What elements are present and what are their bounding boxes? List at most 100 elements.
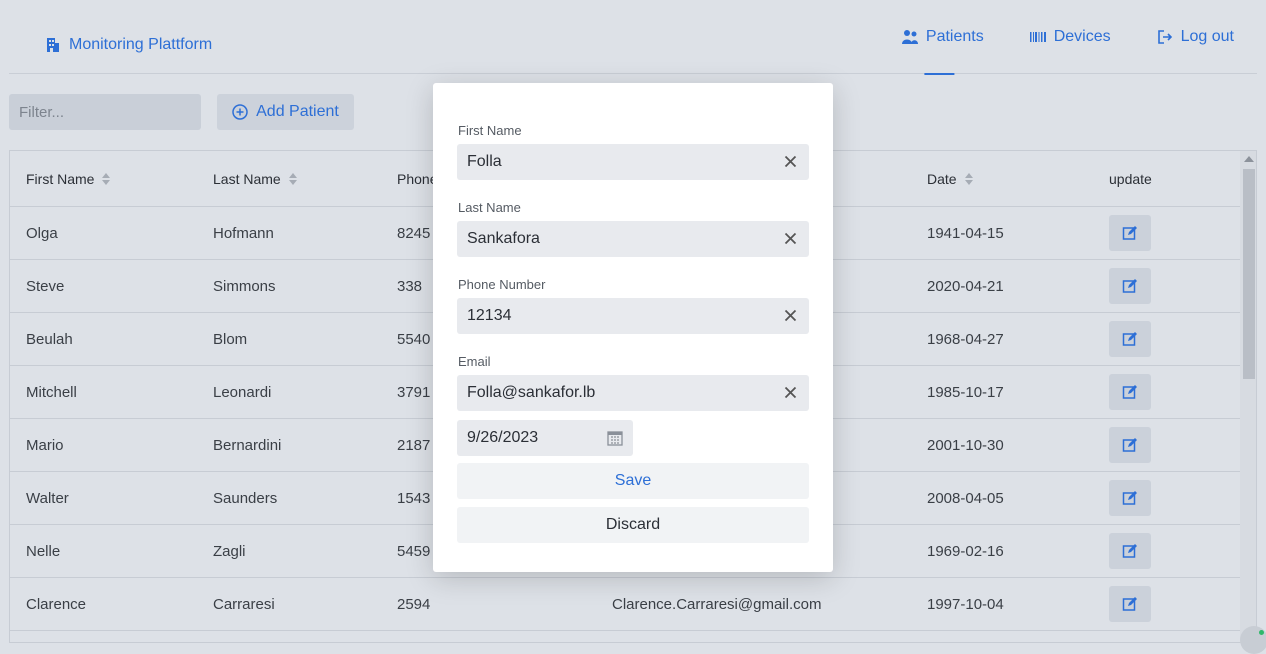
- column-label: Phone: [397, 171, 438, 187]
- clear-icon[interactable]: [784, 386, 797, 399]
- nav-item-patients[interactable]: Patients: [879, 0, 1007, 74]
- add-patient-button[interactable]: Add Patient: [217, 94, 354, 130]
- column-label: First Name: [26, 171, 95, 187]
- last-name-cell: Zagli: [213, 543, 246, 560]
- phone-cell: 338: [397, 278, 423, 295]
- edit-row-button[interactable]: [1109, 321, 1151, 357]
- edit-row-button[interactable]: [1109, 427, 1151, 463]
- column-update: update: [1109, 151, 1152, 207]
- last-name-field[interactable]: Sankafora: [457, 221, 809, 257]
- phone-cell: 2594: [397, 596, 431, 613]
- barcode-icon: [1029, 32, 1046, 42]
- phone-cell: 8245: [397, 225, 431, 242]
- sort-icon: [102, 173, 111, 185]
- building-icon: [47, 38, 59, 52]
- date-cell: 1968-04-27: [927, 331, 1004, 348]
- first-name-cell: Clarence: [26, 596, 87, 613]
- date-cell: 1985-10-17: [927, 384, 1004, 401]
- sort-icon: [964, 173, 973, 185]
- first-name-cell: Beulah: [26, 331, 73, 348]
- last-name-cell: Carraresi: [213, 596, 275, 613]
- phone-label: Phone Number: [458, 277, 546, 292]
- brand-title: Monitoring Plattform: [69, 36, 213, 53]
- first-name-label: First Name: [458, 123, 522, 138]
- date-cell: 2008-04-05: [927, 490, 1004, 507]
- table-row: Clarence Carraresi 2594 Clarence.Carraresi@…: [10, 578, 1256, 631]
- last-name-cell: Bernardini: [213, 437, 282, 454]
- column-last-name[interactable]: Last Name: [213, 151, 297, 207]
- first-name-value: Folla: [467, 153, 502, 170]
- column-label: update: [1109, 171, 1152, 187]
- edit-patient-dialog: First Name Folla Last Name Sankafora Pho…: [433, 83, 833, 572]
- date-cell: 1997-10-04: [927, 596, 1004, 613]
- edit-icon: [1122, 491, 1137, 505]
- phone-cell: 2187: [397, 437, 431, 454]
- edit-row-button[interactable]: [1109, 374, 1151, 410]
- email-value: Folla@sankafor.lb: [467, 384, 596, 401]
- edit-icon: [1122, 279, 1137, 293]
- table-scrollbar[interactable]: [1240, 151, 1256, 642]
- phone-cell: 3791: [397, 384, 431, 401]
- phone-value: 12134: [467, 307, 512, 324]
- column-first-name[interactable]: First Name: [26, 151, 111, 207]
- edit-icon: [1122, 332, 1137, 346]
- date-cell: 1941-04-15: [927, 225, 1004, 242]
- phone-field[interactable]: 12134: [457, 298, 809, 334]
- sort-icon: [288, 173, 297, 185]
- logout-icon: [1157, 30, 1172, 44]
- last-name-cell: Leonardi: [213, 384, 272, 401]
- first-name-cell: Mitchell: [26, 384, 77, 401]
- scroll-up-icon[interactable]: [1244, 156, 1254, 162]
- status-dot-icon: [1259, 630, 1264, 635]
- edit-icon: [1122, 226, 1137, 240]
- date-cell: 1969-02-16: [927, 543, 1004, 560]
- nav-item-devices[interactable]: Devices: [1007, 0, 1134, 74]
- clear-icon[interactable]: [784, 232, 797, 245]
- first-name-field[interactable]: Folla: [457, 144, 809, 180]
- column-date[interactable]: Date: [927, 151, 973, 207]
- last-name-cell: Saunders: [213, 490, 278, 507]
- edit-row-button[interactable]: [1109, 533, 1151, 569]
- nav-label-patients: Patients: [925, 28, 984, 45]
- last-name-cell: Hofmann: [213, 225, 274, 242]
- email-label: Email: [458, 354, 491, 369]
- last-name-cell: Simmons: [213, 278, 276, 295]
- clear-icon[interactable]: [784, 309, 797, 322]
- plus-circle-icon: [232, 104, 248, 120]
- app-header: Monitoring Plattform Patients Devices Lo…: [9, 0, 1257, 74]
- edit-icon: [1122, 597, 1137, 611]
- phone-cell: 5459: [397, 543, 431, 560]
- edit-row-button[interactable]: [1109, 480, 1151, 516]
- nav-item-logout[interactable]: Log out: [1134, 0, 1257, 74]
- first-name-cell: Olga: [26, 225, 58, 242]
- date-picker-field[interactable]: 9/26/2023: [457, 420, 633, 456]
- phone-cell: 1543: [397, 490, 431, 507]
- date-cell: 2001-10-30: [927, 437, 1004, 454]
- last-name-label: Last Name: [458, 200, 521, 215]
- calendar-icon[interactable]: [607, 430, 623, 446]
- filter-input[interactable]: [9, 94, 201, 130]
- users-icon: [901, 30, 918, 44]
- email-field[interactable]: Folla@sankafor.lb: [457, 375, 809, 411]
- last-name-value: Sankafora: [467, 230, 540, 247]
- column-phone[interactable]: Phone: [397, 151, 437, 207]
- first-name-cell: Steve: [26, 278, 65, 295]
- column-label: Last Name: [213, 171, 281, 187]
- nav-label-devices: Devices: [1053, 28, 1111, 45]
- scrollbar-thumb[interactable]: [1243, 169, 1255, 379]
- save-button[interactable]: Save: [457, 463, 809, 499]
- clear-icon[interactable]: [784, 155, 797, 168]
- edit-row-button[interactable]: [1109, 215, 1151, 251]
- add-patient-label: Add Patient: [256, 103, 339, 120]
- last-name-cell: Blom: [213, 331, 248, 348]
- edit-row-button[interactable]: [1109, 268, 1151, 304]
- nav-label-logout: Log out: [1180, 28, 1234, 45]
- edit-row-button[interactable]: [1109, 586, 1151, 622]
- edit-icon: [1122, 385, 1137, 399]
- discard-button[interactable]: Discard: [457, 507, 809, 543]
- phone-cell: 5540: [397, 331, 431, 348]
- first-name-cell: Mario: [26, 437, 64, 454]
- email-cell: Clarence.Carraresi@gmail.com: [612, 596, 822, 613]
- brand-link[interactable]: Monitoring Plattform: [45, 36, 212, 54]
- first-name-cell: Nelle: [26, 543, 61, 560]
